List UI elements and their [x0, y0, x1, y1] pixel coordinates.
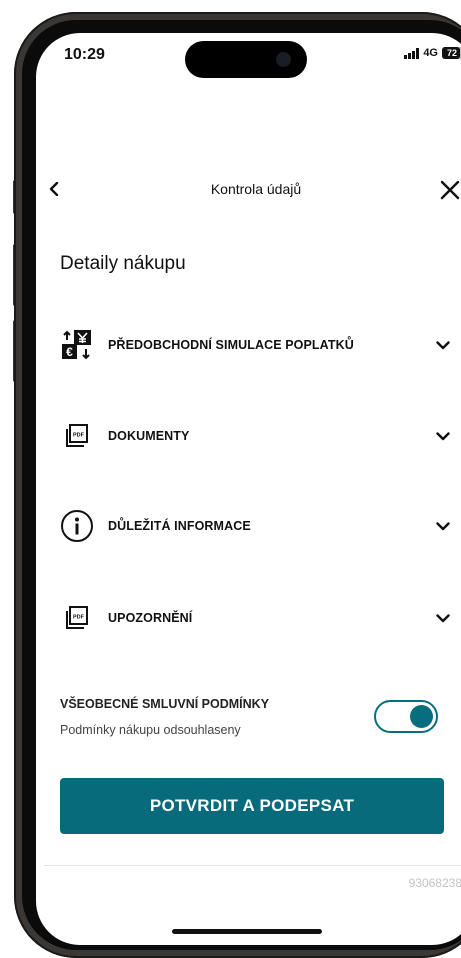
chevron-down-icon[interactable]: [434, 336, 452, 354]
page-title: Kontrola údajů: [210, 181, 302, 197]
accordion-label: PŘEDOBCHODNÍ SIMULACE POPLATKŮ: [108, 338, 354, 352]
accordion-documents[interactable]: PDF DOKUMENTY: [60, 411, 452, 461]
dynamic-island: [185, 41, 307, 78]
confirm-and-sign-button[interactable]: POTVRDIT A PODEPSAT: [60, 778, 444, 834]
svg-text:€: €: [66, 345, 73, 359]
currency-exchange-icon: €: [60, 328, 94, 362]
close-button[interactable]: [438, 178, 461, 202]
chevron-down-icon[interactable]: [434, 517, 452, 535]
svg-text:PDF: PDF: [73, 615, 85, 621]
chevron-down-icon[interactable]: [434, 427, 452, 445]
svg-text:PDF: PDF: [73, 433, 85, 439]
section-title: Detaily nákupu: [60, 253, 186, 274]
pdf-document-icon: PDF: [60, 601, 94, 635]
accordion-fee-simulation[interactable]: € PŘEDOBCHODNÍ SIMULACE POPLATKŮ: [60, 320, 452, 370]
battery-level: 72: [446, 48, 457, 58]
accordion-label: UPOZORNĚNÍ: [108, 611, 193, 625]
back-button[interactable]: [44, 179, 64, 199]
reference-code: 93068238: [408, 876, 461, 890]
home-indicator[interactable]: [172, 929, 322, 934]
terms-toggle[interactable]: [374, 700, 438, 733]
accordion-important-information[interactable]: DŮLEŽITÁ INFORMACE: [60, 501, 452, 551]
terms-title: VŠEOBECNÉ SMLUVNÍ PODMÍNKY: [60, 697, 270, 711]
camera-icon: [276, 52, 291, 67]
chevron-left-icon: [49, 182, 59, 196]
battery-icon: 72: [442, 47, 461, 59]
chevron-down-icon[interactable]: [434, 609, 452, 627]
footer-divider: [44, 865, 461, 866]
pdf-document-icon: PDF: [60, 419, 94, 453]
status-indicators: 4G 72: [404, 47, 461, 59]
toggle-knob: [410, 705, 433, 728]
info-icon: [60, 509, 94, 543]
close-icon: [440, 180, 460, 200]
network-type: 4G: [423, 47, 438, 59]
accordion-label: DŮLEŽITÁ INFORMACE: [108, 519, 251, 533]
status-time: 10:29: [64, 46, 105, 63]
signal-icon: [404, 47, 420, 59]
phone-screen: 10:29 4G 72 Kontrola údajů Detaily nákup…: [36, 33, 461, 945]
accordion-label: DOKUMENTY: [108, 429, 190, 443]
terms-status: Podmínky nákupu odsouhlaseny: [60, 723, 241, 737]
accordion-notice[interactable]: PDF UPOZORNĚNÍ: [60, 593, 452, 643]
